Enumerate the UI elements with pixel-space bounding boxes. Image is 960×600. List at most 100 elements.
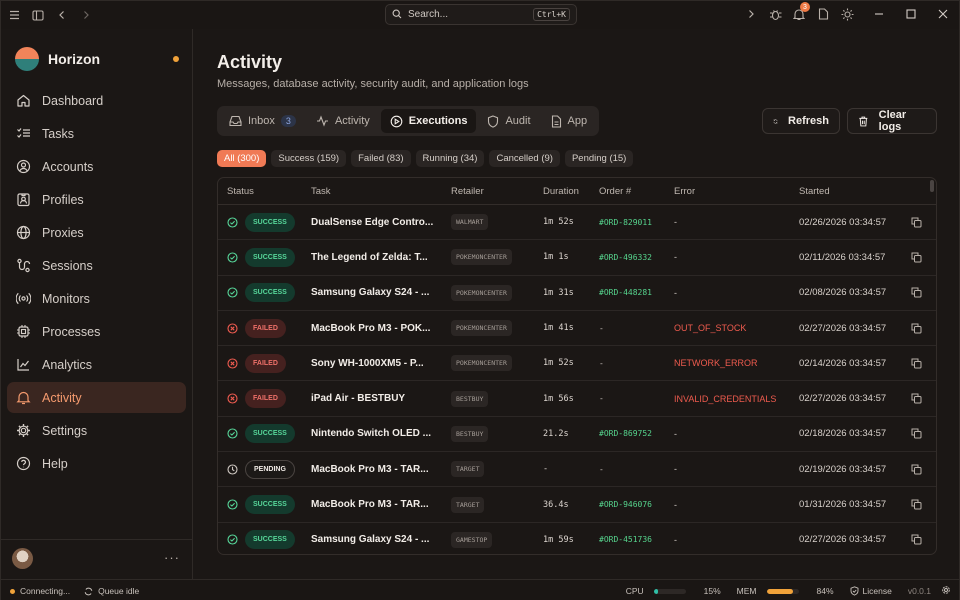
column-header-duration[interactable]: Duration: [543, 186, 599, 197]
order-cell[interactable]: #ORD-496332: [599, 253, 674, 262]
maximize-icon[interactable]: [901, 5, 921, 23]
chevron-right-icon[interactable]: [741, 5, 761, 23]
sidebar-item-settings[interactable]: Settings: [7, 415, 186, 446]
connection-status: Connecting...: [10, 586, 70, 596]
cpu-meter-fill: [653, 588, 659, 594]
sidebar-item-help[interactable]: Help: [7, 448, 186, 479]
list-checks-icon: [15, 125, 32, 142]
document-icon[interactable]: [813, 5, 833, 23]
table-row[interactable]: FAILED Sony WH-1000XM5 - P... POKEMONCENTE…: [218, 346, 936, 382]
sidebar-item-dashboard[interactable]: Dashboard: [7, 85, 186, 116]
table-row[interactable]: SUCCESS DualSense Edge Contro... WALMART 1m…: [218, 205, 936, 241]
retailer-cell: TARGET: [451, 496, 543, 513]
brand[interactable]: Horizon: [15, 47, 100, 71]
copy-icon[interactable]: [901, 323, 931, 334]
filter-all[interactable]: All (300): [217, 150, 267, 167]
sidebar-item-proxies[interactable]: Proxies: [7, 217, 186, 248]
check-circle-icon: [227, 217, 238, 228]
column-header-retailer[interactable]: Retailer: [451, 186, 543, 197]
table-row[interactable]: SUCCESS Samsung Galaxy S24 - ... POKEMONCE…: [218, 276, 936, 311]
retailer-cell: POKEMONCENTER: [451, 320, 543, 337]
tab-app[interactable]: App: [542, 109, 597, 133]
filter-pending[interactable]: Pending (15): [564, 150, 634, 167]
filter-success[interactable]: Success (159): [271, 150, 347, 167]
order-cell[interactable]: #ORD-869752: [599, 429, 674, 438]
table-row[interactable]: SUCCESS MacBook Pro M3 - TAR... TARGET 36.4…: [218, 487, 936, 523]
sidebar-item-analytics[interactable]: Analytics: [7, 349, 186, 380]
sidebar-item-tasks[interactable]: Tasks: [7, 118, 186, 149]
column-header-status[interactable]: Status: [218, 186, 311, 197]
copy-icon[interactable]: [901, 358, 931, 369]
tab-executions[interactable]: Executions: [380, 109, 477, 133]
user-circle-icon: [15, 158, 32, 175]
task-cell: MacBook Pro M3 - TAR...: [311, 499, 429, 511]
close-icon[interactable]: [933, 5, 953, 23]
sidebar-item-processes[interactable]: Processes: [7, 316, 186, 347]
sidebar-item-monitors[interactable]: Monitors: [7, 283, 186, 314]
sidebar-item-profiles[interactable]: Profiles: [7, 184, 186, 215]
copy-icon[interactable]: [901, 464, 931, 475]
started-cell: 02/26/2026 03:34:57: [799, 216, 887, 228]
sidebar-item-sessions[interactable]: Sessions: [7, 250, 186, 281]
table-row[interactable]: SUCCESS The Legend of Zelda: T... POKEMONC…: [218, 240, 936, 276]
table-row[interactable]: SUCCESS Nintendo Switch OLED ... BESTBUY 21…: [218, 417, 936, 453]
tab-inbox[interactable]: Inbox 3: [220, 109, 305, 133]
avatar[interactable]: [12, 548, 33, 569]
copy-icon[interactable]: [901, 287, 931, 298]
settings-small-icon[interactable]: [941, 585, 951, 597]
filter-running[interactable]: Running (34): [415, 150, 485, 167]
x-circle-icon: [227, 322, 238, 334]
order-cell[interactable]: #ORD-829011: [599, 218, 674, 227]
notifications-icon[interactable]: 3: [789, 2, 810, 23]
copy-icon[interactable]: [901, 252, 931, 263]
license-link[interactable]: License: [850, 586, 892, 596]
sidebar-toggle-icon[interactable]: [29, 6, 47, 24]
sidebar-item-accounts[interactable]: Accounts: [7, 151, 186, 182]
minimize-icon[interactable]: [869, 5, 889, 23]
order-cell[interactable]: #ORD-448281: [599, 288, 674, 297]
table-row[interactable]: FAILED iPad Air - BESTBUY BESTBUY 1m 56s - IN…: [218, 381, 936, 417]
copy-icon[interactable]: [901, 217, 931, 228]
error-cell: NETWORK_ERROR: [674, 358, 758, 369]
clear-logs-button[interactable]: Clear logs: [847, 108, 937, 134]
refresh-button[interactable]: Refresh: [762, 108, 840, 134]
more-options-icon[interactable]: ···: [164, 550, 180, 565]
search-input[interactable]: Search... Ctrl+K: [385, 4, 577, 25]
forward-icon[interactable]: [77, 6, 95, 24]
duration-cell: 1m 59s: [543, 534, 574, 545]
search-shortcut: Ctrl+K: [533, 8, 570, 21]
copy-icon[interactable]: [901, 428, 931, 439]
column-header-error[interactable]: Error: [674, 186, 799, 197]
tab-activity[interactable]: Activity: [307, 109, 379, 133]
column-header-order[interactable]: Order #: [599, 186, 674, 197]
copy-icon[interactable]: [901, 499, 931, 510]
bug-icon[interactable]: [765, 5, 785, 23]
status-cell: SUCCESS: [218, 424, 311, 444]
back-icon[interactable]: [53, 6, 71, 24]
tab-audit[interactable]: Audit: [478, 109, 539, 133]
order-cell[interactable]: #ORD-451736: [599, 535, 674, 544]
copy-icon[interactable]: [901, 393, 931, 404]
sidebar-item-activity[interactable]: Activity: [7, 382, 186, 413]
chart-line-icon: [15, 356, 32, 373]
table-row[interactable]: PENDING MacBook Pro M3 - TAR... TARGET - - - 0…: [218, 452, 936, 488]
error-cell: -: [674, 464, 677, 475]
inbox-icon: [229, 115, 242, 127]
filter-failed[interactable]: Failed (83): [351, 150, 411, 167]
filter-cancelled[interactable]: Cancelled (9): [489, 150, 560, 167]
retailer-cell: BESTBUY: [451, 425, 543, 442]
menu-icon[interactable]: [5, 6, 23, 24]
table-row[interactable]: FAILED MacBook Pro M3 - POK... POKEMONCENT…: [218, 311, 936, 347]
sun-icon[interactable]: [837, 5, 857, 23]
column-header-task[interactable]: Task: [311, 186, 451, 197]
column-header-started[interactable]: Started: [799, 186, 901, 197]
table-scrollbar[interactable]: [930, 180, 934, 192]
check-circle-icon: [227, 534, 238, 545]
order-cell[interactable]: #ORD-946076: [599, 500, 674, 509]
copy-icon[interactable]: [901, 534, 931, 545]
executions-table: Status Task Retailer Duration Order # Er…: [217, 177, 937, 555]
cpu-label: CPU: [625, 586, 644, 596]
table-row[interactable]: SUCCESS Samsung Galaxy S24 - ... GAMESTOP 1…: [218, 523, 936, 554]
order-cell: -: [599, 394, 604, 404]
status-cell: SUCCESS: [218, 247, 311, 267]
